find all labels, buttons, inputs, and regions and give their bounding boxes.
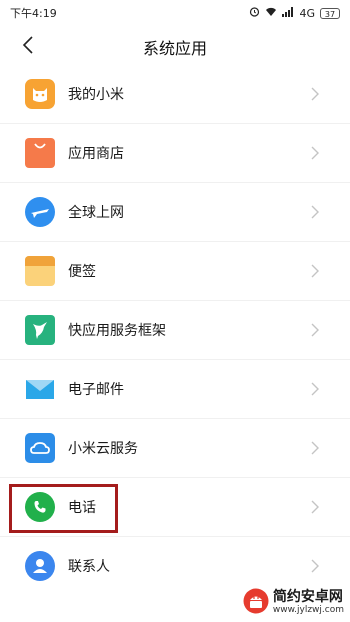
- status-bar: 下午4:19 4G 37: [0, 0, 350, 26]
- status-time: 下午4:19: [10, 7, 57, 20]
- title-bar: 系统应用: [0, 26, 350, 64]
- chevron-right-icon: [311, 441, 319, 455]
- watermark-name: 简约安卓网: [272, 589, 343, 606]
- mi-mascot-icon: [25, 78, 55, 109]
- chevron-right-icon: [311, 382, 319, 396]
- mail-icon: [25, 374, 55, 404]
- chevron-right-icon: [311, 205, 319, 219]
- chevron-right-icon: [311, 559, 319, 573]
- signal-icon: [282, 6, 294, 20]
- list-item-email[interactable]: 电子邮件: [0, 359, 350, 418]
- list-item-notes[interactable]: 便签: [0, 241, 350, 300]
- battery-icon: 37: [320, 7, 340, 19]
- item-label: 应用商店: [68, 146, 124, 162]
- list-item-global-internet[interactable]: 全球上网: [0, 182, 350, 241]
- item-label: 全球上网: [68, 205, 124, 221]
- list-item-quick-app[interactable]: 快应用服务框架: [0, 300, 350, 359]
- item-label: 联系人: [68, 559, 110, 575]
- app-list: 我的小米 应用商店 全球上网 便签 快应用服务框架 电子邮件 小米云服务 电话 …: [0, 64, 350, 595]
- chevron-right-icon: [311, 500, 319, 514]
- list-item-contacts[interactable]: 联系人: [0, 536, 350, 595]
- item-label: 电子邮件: [68, 382, 124, 398]
- watermark: 简约安卓网 www.jylzwj.com: [243, 588, 344, 618]
- cloud-icon: [25, 433, 55, 463]
- list-item-phone[interactable]: 电话: [0, 477, 350, 536]
- hummingbird-icon: [25, 315, 55, 345]
- item-label: 便签: [68, 264, 96, 280]
- chevron-right-icon: [311, 87, 319, 100]
- watermark-text: 简约安卓网 www.jylzwj.com: [272, 589, 344, 615]
- notepad-icon: [25, 256, 55, 286]
- watermark-url: www.jylzwj.com: [272, 604, 344, 615]
- shopping-bag-icon: [25, 138, 55, 168]
- item-label: 电话: [68, 500, 96, 516]
- status-icons: 4G 37: [249, 6, 340, 20]
- list-item-my-xiaomi[interactable]: 我的小米: [0, 64, 350, 123]
- list-item-mi-cloud[interactable]: 小米云服务: [0, 418, 350, 477]
- wifi-icon: [265, 7, 277, 20]
- phone-icon: [25, 492, 55, 522]
- contact-icon: [25, 551, 55, 581]
- chevron-right-icon: [311, 146, 319, 160]
- item-label: 我的小米: [68, 86, 124, 103]
- network-type: 4G: [299, 6, 315, 20]
- item-label: 小米云服务: [68, 441, 138, 457]
- item-label: 快应用服务框架: [68, 323, 166, 339]
- alarm-icon: [249, 6, 260, 20]
- chevron-right-icon: [311, 323, 319, 337]
- airplane-icon: [25, 197, 55, 227]
- chevron-right-icon: [311, 264, 319, 278]
- page-title: 系统应用: [142, 39, 207, 58]
- list-item-app-store[interactable]: 应用商店: [0, 123, 350, 182]
- android-robot-icon: [243, 588, 269, 618]
